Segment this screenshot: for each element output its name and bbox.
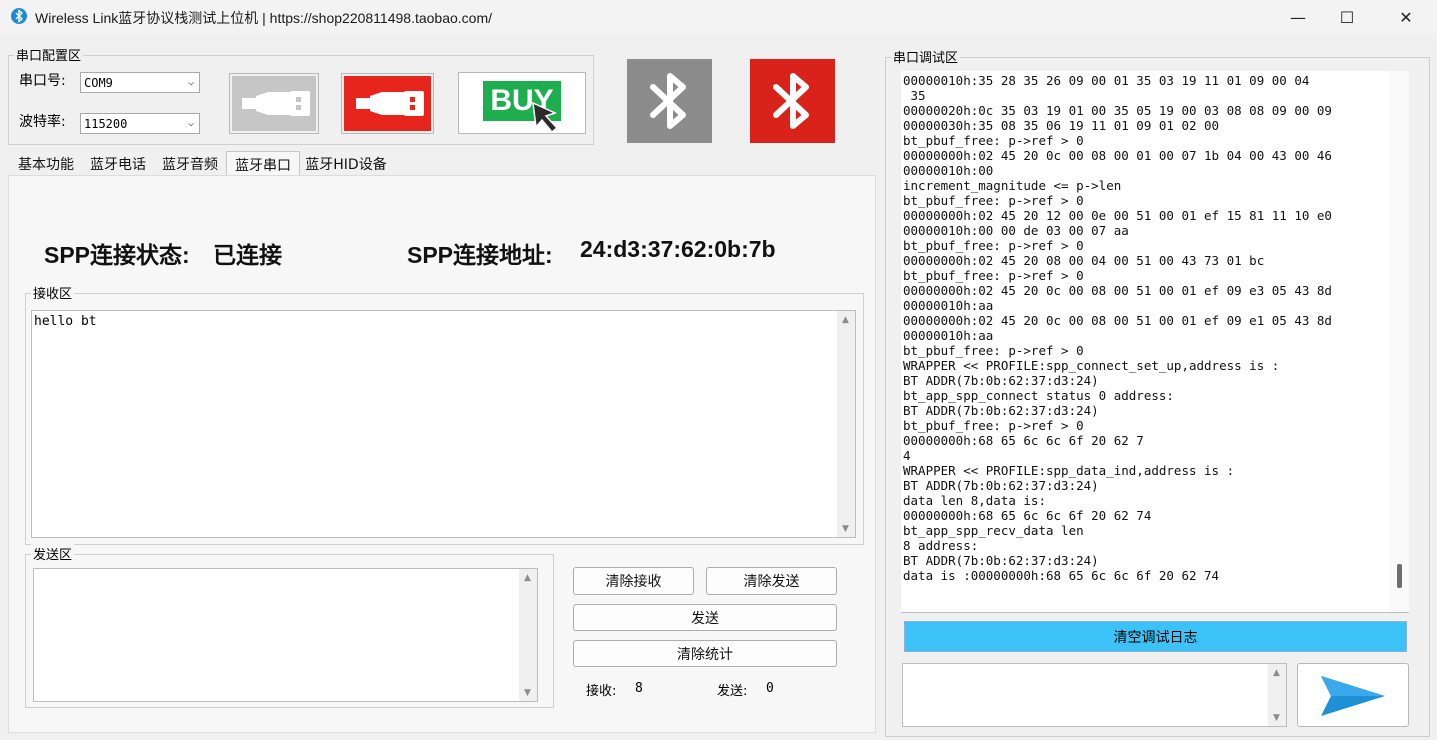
baud-label: 波特率:: [19, 114, 66, 130]
clear-receive-button[interactable]: 清除接收: [573, 567, 694, 595]
window-title: Wireless Link蓝牙协议栈测试上位机 | https://shop22…: [35, 10, 493, 26]
tab-phone[interactable]: 蓝牙电话: [83, 153, 153, 175]
debug-log-line: 00000020h:0c 35 03 19 01 00 35 05 19 00 …: [903, 103, 1332, 118]
chevron-down-icon: ⌵: [187, 118, 194, 129]
spp-status-value: 已连接: [213, 242, 282, 268]
send-scrollbar[interactable]: ▲ ▼: [519, 569, 537, 701]
debug-log-line: bt_app_spp_connect status 0 address:: [903, 388, 1174, 403]
debug-log[interactable]: 00000010h:35 28 35 26 09 00 01 35 03 19 …: [901, 71, 1409, 613]
debug-input-scrollbar[interactable]: ▲ ▼: [1268, 664, 1286, 726]
chevron-down-icon: ⌵: [187, 77, 194, 88]
send-count-value: 0: [766, 681, 774, 696]
usb-gray-icon: [232, 76, 316, 131]
debug-scrollbar[interactable]: [1389, 71, 1409, 611]
send-title: 发送区: [31, 544, 75, 563]
debug-title: 串口调试区: [891, 47, 961, 66]
debug-log-line: 4: [903, 448, 911, 463]
usb-disconnect-button[interactable]: [229, 73, 319, 134]
scroll-up-icon[interactable]: ▲: [1268, 664, 1285, 681]
usb-connect-button[interactable]: [341, 73, 434, 134]
debug-log-line: bt_pbuf_free: p->ref > 0: [903, 268, 1084, 283]
debug-send-button[interactable]: [1297, 663, 1409, 727]
debug-log-line: 00000010h:aa: [903, 298, 994, 313]
debug-log-line: bt_pbuf_free: p->ref > 0: [903, 133, 1084, 148]
send-arrow-icon: [1321, 676, 1385, 716]
debug-log-line: BT ADDR(7b:0b:62:37:d3:24): [903, 478, 1099, 493]
debug-log-line: bt_pbuf_free: p->ref > 0: [903, 193, 1084, 208]
debug-log-line: bt_pbuf_free: p->ref > 0: [903, 343, 1084, 358]
usb-red-icon: [344, 76, 431, 131]
tab-hid[interactable]: 蓝牙HID设备: [300, 153, 392, 175]
spp-address-value: 24:d3:37:62:0b:7b: [580, 236, 776, 262]
scroll-down-icon[interactable]: ▼: [519, 684, 536, 701]
close-button[interactable]: ✕: [1383, 0, 1429, 34]
debug-log-line: 00000000h:02 45 20 0c 00 08 00 01 00 07 …: [903, 148, 1332, 163]
tab-audio[interactable]: 蓝牙音频: [155, 153, 225, 175]
receive-scrollbar[interactable]: ▲ ▼: [837, 311, 855, 537]
debug-log-line: 00000000h:68 65 6c 6c 6f 20 62 7: [903, 433, 1144, 448]
maximize-button[interactable]: ☐: [1324, 0, 1370, 34]
send-count-label: 发送:: [717, 684, 748, 699]
minimize-button[interactable]: —: [1275, 0, 1321, 34]
port-select[interactable]: COM9 ⌵: [80, 72, 200, 93]
debug-log-line: BT ADDR(7b:0b:62:37:d3:24): [903, 373, 1099, 388]
scroll-thumb[interactable]: [1397, 564, 1402, 588]
debug-log-line: 00000000h:02 45 20 0c 00 08 00 51 00 01 …: [903, 283, 1332, 298]
debug-log-line: 00000010h:00 00 de 03 00 07 aa: [903, 223, 1129, 238]
scroll-up-icon[interactable]: ▲: [837, 311, 854, 328]
baud-value: 115200: [84, 116, 128, 131]
send-textarea[interactable]: ▲ ▼: [33, 568, 538, 702]
debug-log-line: BT ADDR(7b:0b:62:37:d3:24): [903, 403, 1099, 418]
clear-stats-button[interactable]: 清除统计: [573, 640, 837, 667]
receive-content: hello bt: [34, 314, 97, 329]
serial-config-title: 串口配置区: [14, 45, 84, 64]
debug-input[interactable]: ▲ ▼: [902, 663, 1287, 727]
scroll-down-icon[interactable]: ▼: [1268, 709, 1285, 726]
debug-log-line: 00000010h:35 28 35 26 09 00 01 35 03 19 …: [903, 73, 1310, 88]
recv-count-label: 接收:: [586, 684, 617, 699]
clear-log-button[interactable]: 清空调试日志: [904, 621, 1407, 652]
port-label: 串口号:: [19, 73, 66, 89]
debug-log-line: bt_pbuf_free: p->ref > 0: [903, 238, 1084, 253]
debug-log-lines: 00000010h:35 28 35 26 09 00 01 35 03 19 …: [903, 73, 1332, 583]
bluetooth-gray-icon[interactable]: [627, 59, 712, 143]
debug-log-line: bt_app_spp_recv_data len: [903, 523, 1084, 538]
debug-log-line: increment_magnitude <= p->len: [903, 178, 1122, 193]
receive-title: 接收区: [31, 283, 75, 302]
debug-log-line: WRAPPER << PROFILE:spp_data_ind,address …: [903, 463, 1235, 478]
debug-log-line: 00000000h:68 65 6c 6c 6f 20 62 74: [903, 508, 1152, 523]
cursor-arrow-icon: [532, 101, 559, 133]
bluetooth-app-icon: [11, 8, 27, 24]
debug-log-line: data is :00000000h:68 65 6c 6c 6f 20 62 …: [903, 568, 1220, 583]
debug-log-line: 35: [903, 88, 926, 103]
buy-button[interactable]: BUY: [458, 72, 586, 134]
tab-serial[interactable]: 蓝牙串口: [226, 151, 300, 177]
debug-log-line: 00000010h:00: [903, 163, 994, 178]
debug-log-line: 8 address:: [903, 538, 979, 553]
baud-select[interactable]: 115200 ⌵: [80, 113, 200, 134]
debug-log-line: 00000010h:aa: [903, 328, 994, 343]
debug-log-line: 00000000h:02 45 20 0c 00 08 00 51 00 01 …: [903, 313, 1332, 328]
debug-log-line: data len 8,data is:: [903, 493, 1046, 508]
debug-log-line: bt_pbuf_free: p->ref > 0: [903, 418, 1084, 433]
debug-log-line: 00000000h:02 45 20 08 00 04 00 51 00 43 …: [903, 253, 1265, 268]
debug-log-line: 00000030h:35 08 35 06 19 11 01 09 01 02 …: [903, 118, 1220, 133]
scroll-down-icon[interactable]: ▼: [837, 520, 854, 537]
clear-send-button[interactable]: 清除发送: [706, 567, 837, 595]
title-bar: Wireless Link蓝牙协议栈测试上位机 | https://shop22…: [0, 0, 1437, 34]
recv-count-value: 8: [635, 681, 643, 696]
spp-status-label: SPP连接状态:: [44, 242, 190, 268]
debug-log-line: WRAPPER << PROFILE:spp_connect_set_up,ad…: [903, 358, 1280, 373]
send-button[interactable]: 发送: [573, 604, 837, 631]
bluetooth-red-icon[interactable]: [750, 59, 835, 143]
debug-log-line: 00000000h:02 45 20 12 00 0e 00 51 00 01 …: [903, 208, 1332, 223]
tab-basic[interactable]: 基本功能: [10, 153, 82, 175]
debug-log-line: BT ADDR(7b:0b:62:37:d3:24): [903, 553, 1099, 568]
scroll-up-icon[interactable]: ▲: [519, 569, 536, 586]
receive-textarea[interactable]: hello bt ▲ ▼: [31, 310, 856, 538]
spp-address-label: SPP连接地址:: [407, 242, 553, 268]
port-value: COM9: [84, 75, 113, 90]
